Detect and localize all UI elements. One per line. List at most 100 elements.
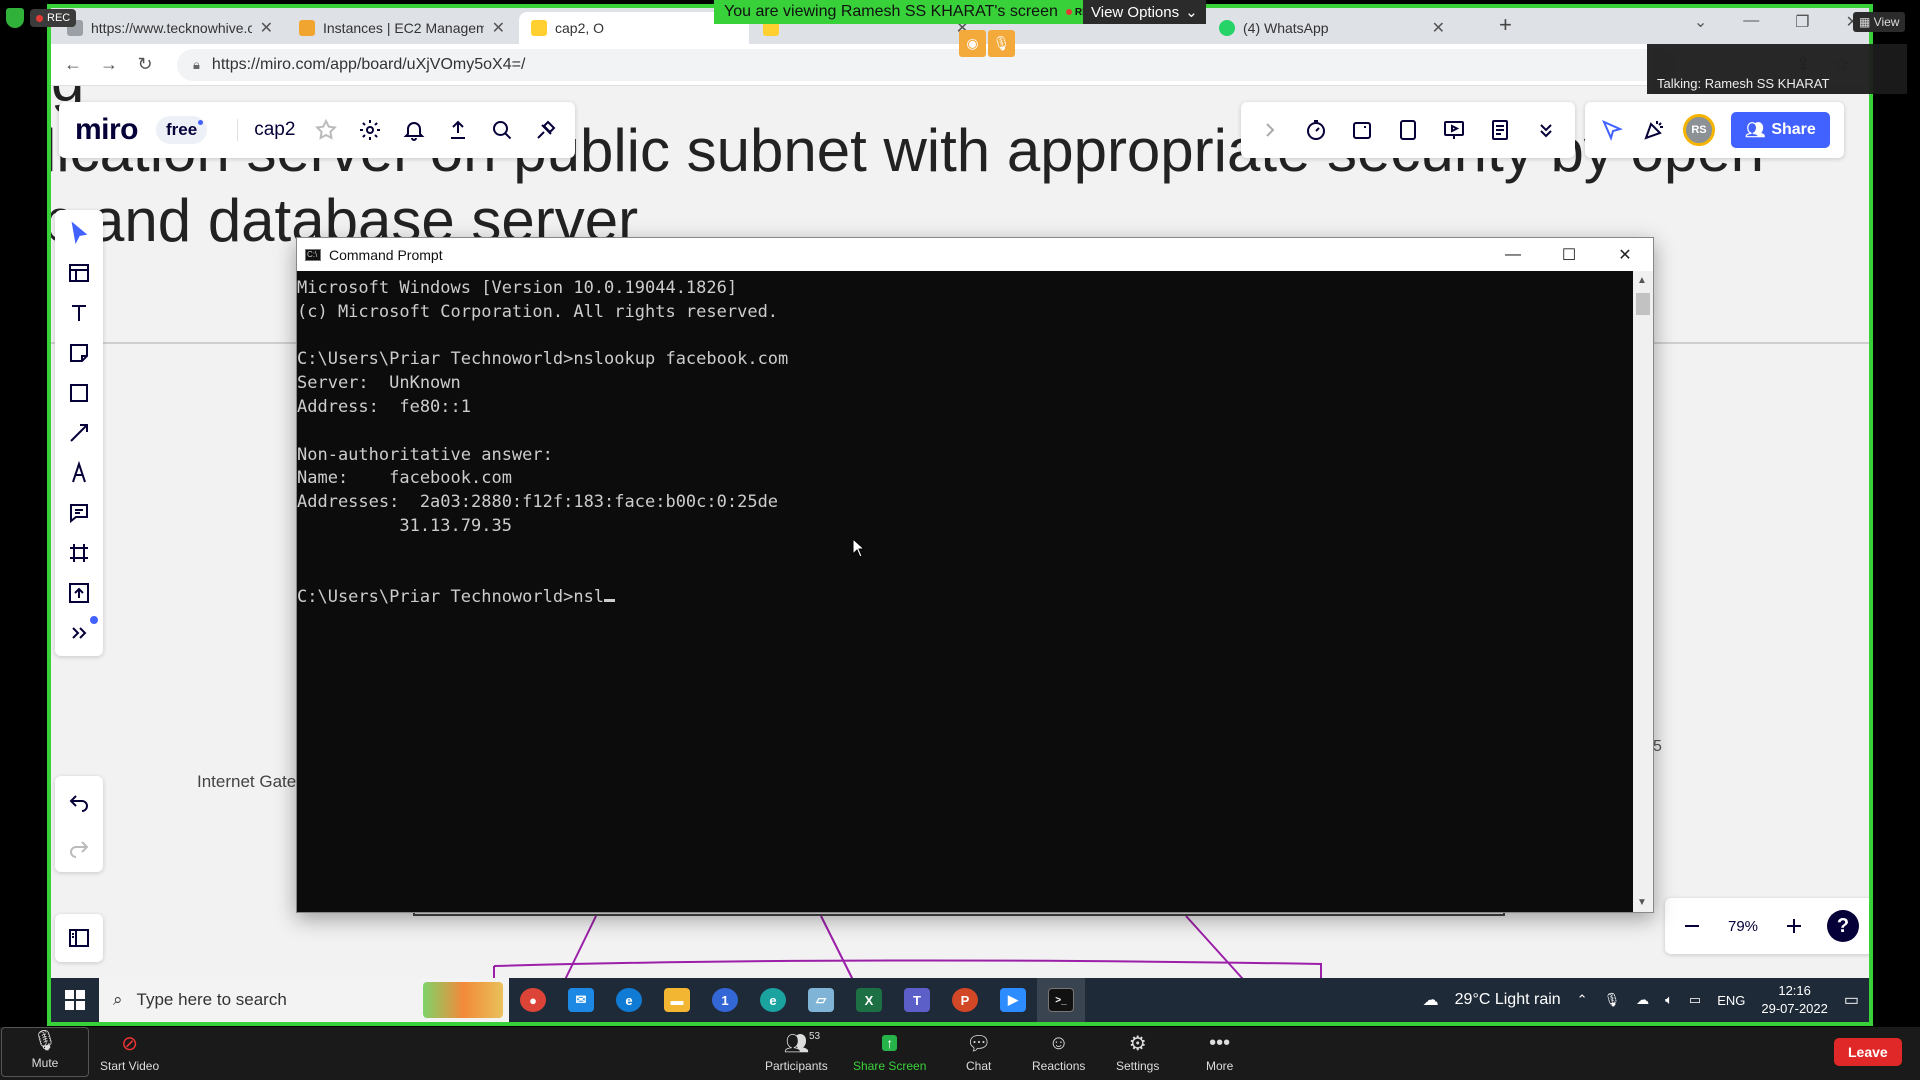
tab-tecknowhive[interactable]: https://www.tecknowhive.com/Te ✕ bbox=[55, 12, 285, 44]
voting-icon[interactable] bbox=[1349, 117, 1375, 143]
scroll-down-icon[interactable]: ▼ bbox=[1637, 897, 1647, 908]
more-tools-icon[interactable] bbox=[66, 616, 98, 646]
user-avatar[interactable]: RS bbox=[1683, 114, 1715, 146]
close-icon[interactable]: ✕ bbox=[1597, 238, 1653, 271]
star-icon[interactable] bbox=[313, 117, 339, 143]
reactions-party-icon[interactable] bbox=[1641, 117, 1667, 143]
export-upload-icon[interactable] bbox=[445, 117, 471, 143]
tab-whatsapp[interactable]: (4) WhatsApp ✕ bbox=[1207, 12, 1457, 44]
timer-icon[interactable] bbox=[1303, 117, 1329, 143]
select-cursor-icon[interactable] bbox=[66, 220, 92, 246]
notification-icon[interactable]: ▭ bbox=[1844, 990, 1859, 1010]
maximize-icon[interactable]: ☐ bbox=[1541, 238, 1597, 271]
close-icon[interactable]: ✕ bbox=[492, 18, 505, 38]
volume-icon[interactable]: 🔈︎ bbox=[1665, 992, 1673, 1008]
view-layout-button[interactable]: ▦ View bbox=[1853, 12, 1906, 32]
zoom-level[interactable]: 79% bbox=[1725, 918, 1761, 935]
zoom-icon[interactable]: ▶ bbox=[989, 978, 1037, 1022]
view-label: View bbox=[1873, 15, 1900, 29]
teams-icon[interactable]: T bbox=[893, 978, 941, 1022]
onedrive-icon[interactable]: ☁ bbox=[1636, 992, 1649, 1008]
zoom-in-icon[interactable] bbox=[1781, 913, 1807, 939]
share-button[interactable]: 👥︎ Share bbox=[1731, 112, 1830, 148]
settings-button[interactable]: ⚙ Settings bbox=[1116, 1031, 1159, 1074]
language-indicator[interactable]: ENG bbox=[1717, 993, 1745, 1008]
battery-icon[interactable]: ▭ bbox=[1689, 992, 1701, 1008]
weather-text[interactable]: 29°C Light rain bbox=[1455, 991, 1561, 1009]
miro-logo[interactable]: miro bbox=[75, 113, 139, 147]
file-explorer-icon[interactable]: ▬ bbox=[653, 978, 701, 1022]
chrome-badge-icon[interactable]: 1 bbox=[701, 978, 749, 1022]
chevron-right-icon[interactable] bbox=[1257, 117, 1283, 143]
weather-icon[interactable]: ☁ bbox=[1423, 990, 1439, 1010]
new-tab-button[interactable]: + bbox=[1499, 12, 1512, 38]
notification-bell-icon[interactable] bbox=[401, 117, 427, 143]
present-icon[interactable] bbox=[1441, 117, 1467, 143]
search-icon[interactable] bbox=[489, 117, 515, 143]
chrome-icon[interactable]: ● bbox=[509, 978, 557, 1022]
redo-icon[interactable] bbox=[66, 834, 92, 860]
upload-icon[interactable] bbox=[66, 580, 92, 606]
address-bar[interactable]: 🔒︎ https://miro.com/app/board/uXjVOmy5oX… bbox=[177, 49, 1677, 81]
reactions-button[interactable]: ☺ Reactions bbox=[1032, 1031, 1085, 1074]
notes-icon[interactable] bbox=[1487, 117, 1513, 143]
microphone-icon[interactable]: 🎙︎ bbox=[1604, 992, 1621, 1008]
tab-ec2-instances[interactable]: Instances | EC2 Management Cor ✕ bbox=[287, 12, 517, 44]
cmd-icon[interactable]: >_ bbox=[1037, 978, 1085, 1022]
more-button[interactable]: ••• More bbox=[1206, 1031, 1233, 1074]
minimize-icon[interactable]: — bbox=[1485, 238, 1541, 271]
pen-icon[interactable] bbox=[66, 460, 92, 486]
undo-icon[interactable] bbox=[66, 788, 92, 814]
comment-icon[interactable] bbox=[66, 500, 92, 526]
app-icon[interactable]: ▱ bbox=[797, 978, 845, 1022]
share-screen-button[interactable]: ↑ Share Screen bbox=[853, 1031, 926, 1073]
help-button[interactable]: ? bbox=[1827, 910, 1859, 942]
leave-button[interactable]: Leave bbox=[1834, 1038, 1902, 1066]
command-prompt-window[interactable]: C:\ Command Prompt — ☐ ✕ Microsoft Windo… bbox=[296, 237, 1654, 913]
taskbar-search-box[interactable]: ⌕ Type here to search bbox=[99, 978, 509, 1022]
minimize-icon[interactable]: — bbox=[1743, 12, 1759, 32]
console-prompt-line[interactable]: C:\Users\Priar Technoworld>nsl bbox=[297, 586, 1634, 610]
chevron-up-icon[interactable]: ⌃ bbox=[1577, 992, 1588, 1008]
connection-line-icon[interactable] bbox=[66, 420, 92, 446]
start-button[interactable] bbox=[51, 978, 99, 1022]
lock-icon: 🔒︎ bbox=[193, 57, 200, 72]
cmd-title-bar[interactable]: C:\ Command Prompt bbox=[297, 238, 1653, 271]
close-icon[interactable]: ✕ bbox=[1432, 18, 1445, 38]
edge-icon[interactable]: e bbox=[605, 978, 653, 1022]
excel-icon[interactable]: X bbox=[845, 978, 893, 1022]
clock[interactable]: 12:16 29-07-2022 bbox=[1761, 982, 1828, 1018]
close-icon[interactable]: ✕ bbox=[260, 18, 273, 38]
scroll-up-icon[interactable]: ▲ bbox=[1637, 275, 1647, 286]
mute-button[interactable]: 🎙︎ Mute bbox=[1, 1027, 89, 1077]
cmd-console-output[interactable]: Microsoft Windows [Version 10.0.19044.18… bbox=[297, 271, 1634, 912]
cmd-app-icon: C:\ bbox=[305, 248, 321, 261]
powerpoint-icon[interactable]: P bbox=[941, 978, 989, 1022]
reload-icon[interactable]: ↻ bbox=[127, 54, 163, 75]
edge-beta-icon[interactable]: e bbox=[749, 978, 797, 1022]
chat-button[interactable]: 💬︎ Chat bbox=[966, 1031, 991, 1074]
view-options-button[interactable]: View Options ⌄ bbox=[1083, 0, 1206, 24]
tab-search-icon[interactable]: ⌄ bbox=[1694, 12, 1707, 32]
forward-icon[interactable]: → bbox=[91, 54, 127, 75]
start-video-button[interactable]: ⊘ Start Video bbox=[100, 1031, 159, 1074]
cmd-vertical-scrollbar[interactable]: ▲ ▼ bbox=[1633, 271, 1653, 912]
back-icon[interactable]: ← bbox=[55, 54, 91, 75]
mail-icon[interactable]: ✉ bbox=[557, 978, 605, 1022]
follow-cursor-icon[interactable] bbox=[1599, 117, 1625, 143]
apps-plug-icon[interactable] bbox=[533, 117, 559, 143]
board-name[interactable]: cap2 bbox=[237, 119, 295, 141]
settings-gear-icon[interactable] bbox=[357, 117, 383, 143]
shape-rectangle-icon[interactable] bbox=[66, 380, 92, 406]
text-tool-icon[interactable] bbox=[66, 300, 92, 326]
sticky-note-icon[interactable] bbox=[66, 340, 92, 366]
double-chevron-down-icon[interactable] bbox=[1533, 117, 1559, 143]
templates-icon[interactable] bbox=[66, 260, 92, 286]
board-panel-toggle[interactable] bbox=[55, 914, 103, 962]
scroll-thumb[interactable] bbox=[1636, 293, 1650, 315]
frame-icon[interactable] bbox=[66, 540, 92, 566]
restore-icon[interactable]: ❐ bbox=[1795, 12, 1809, 32]
zoom-out-icon[interactable] bbox=[1679, 913, 1705, 939]
plan-badge[interactable]: free bbox=[156, 116, 208, 144]
counter-icon[interactable] bbox=[1395, 117, 1421, 143]
